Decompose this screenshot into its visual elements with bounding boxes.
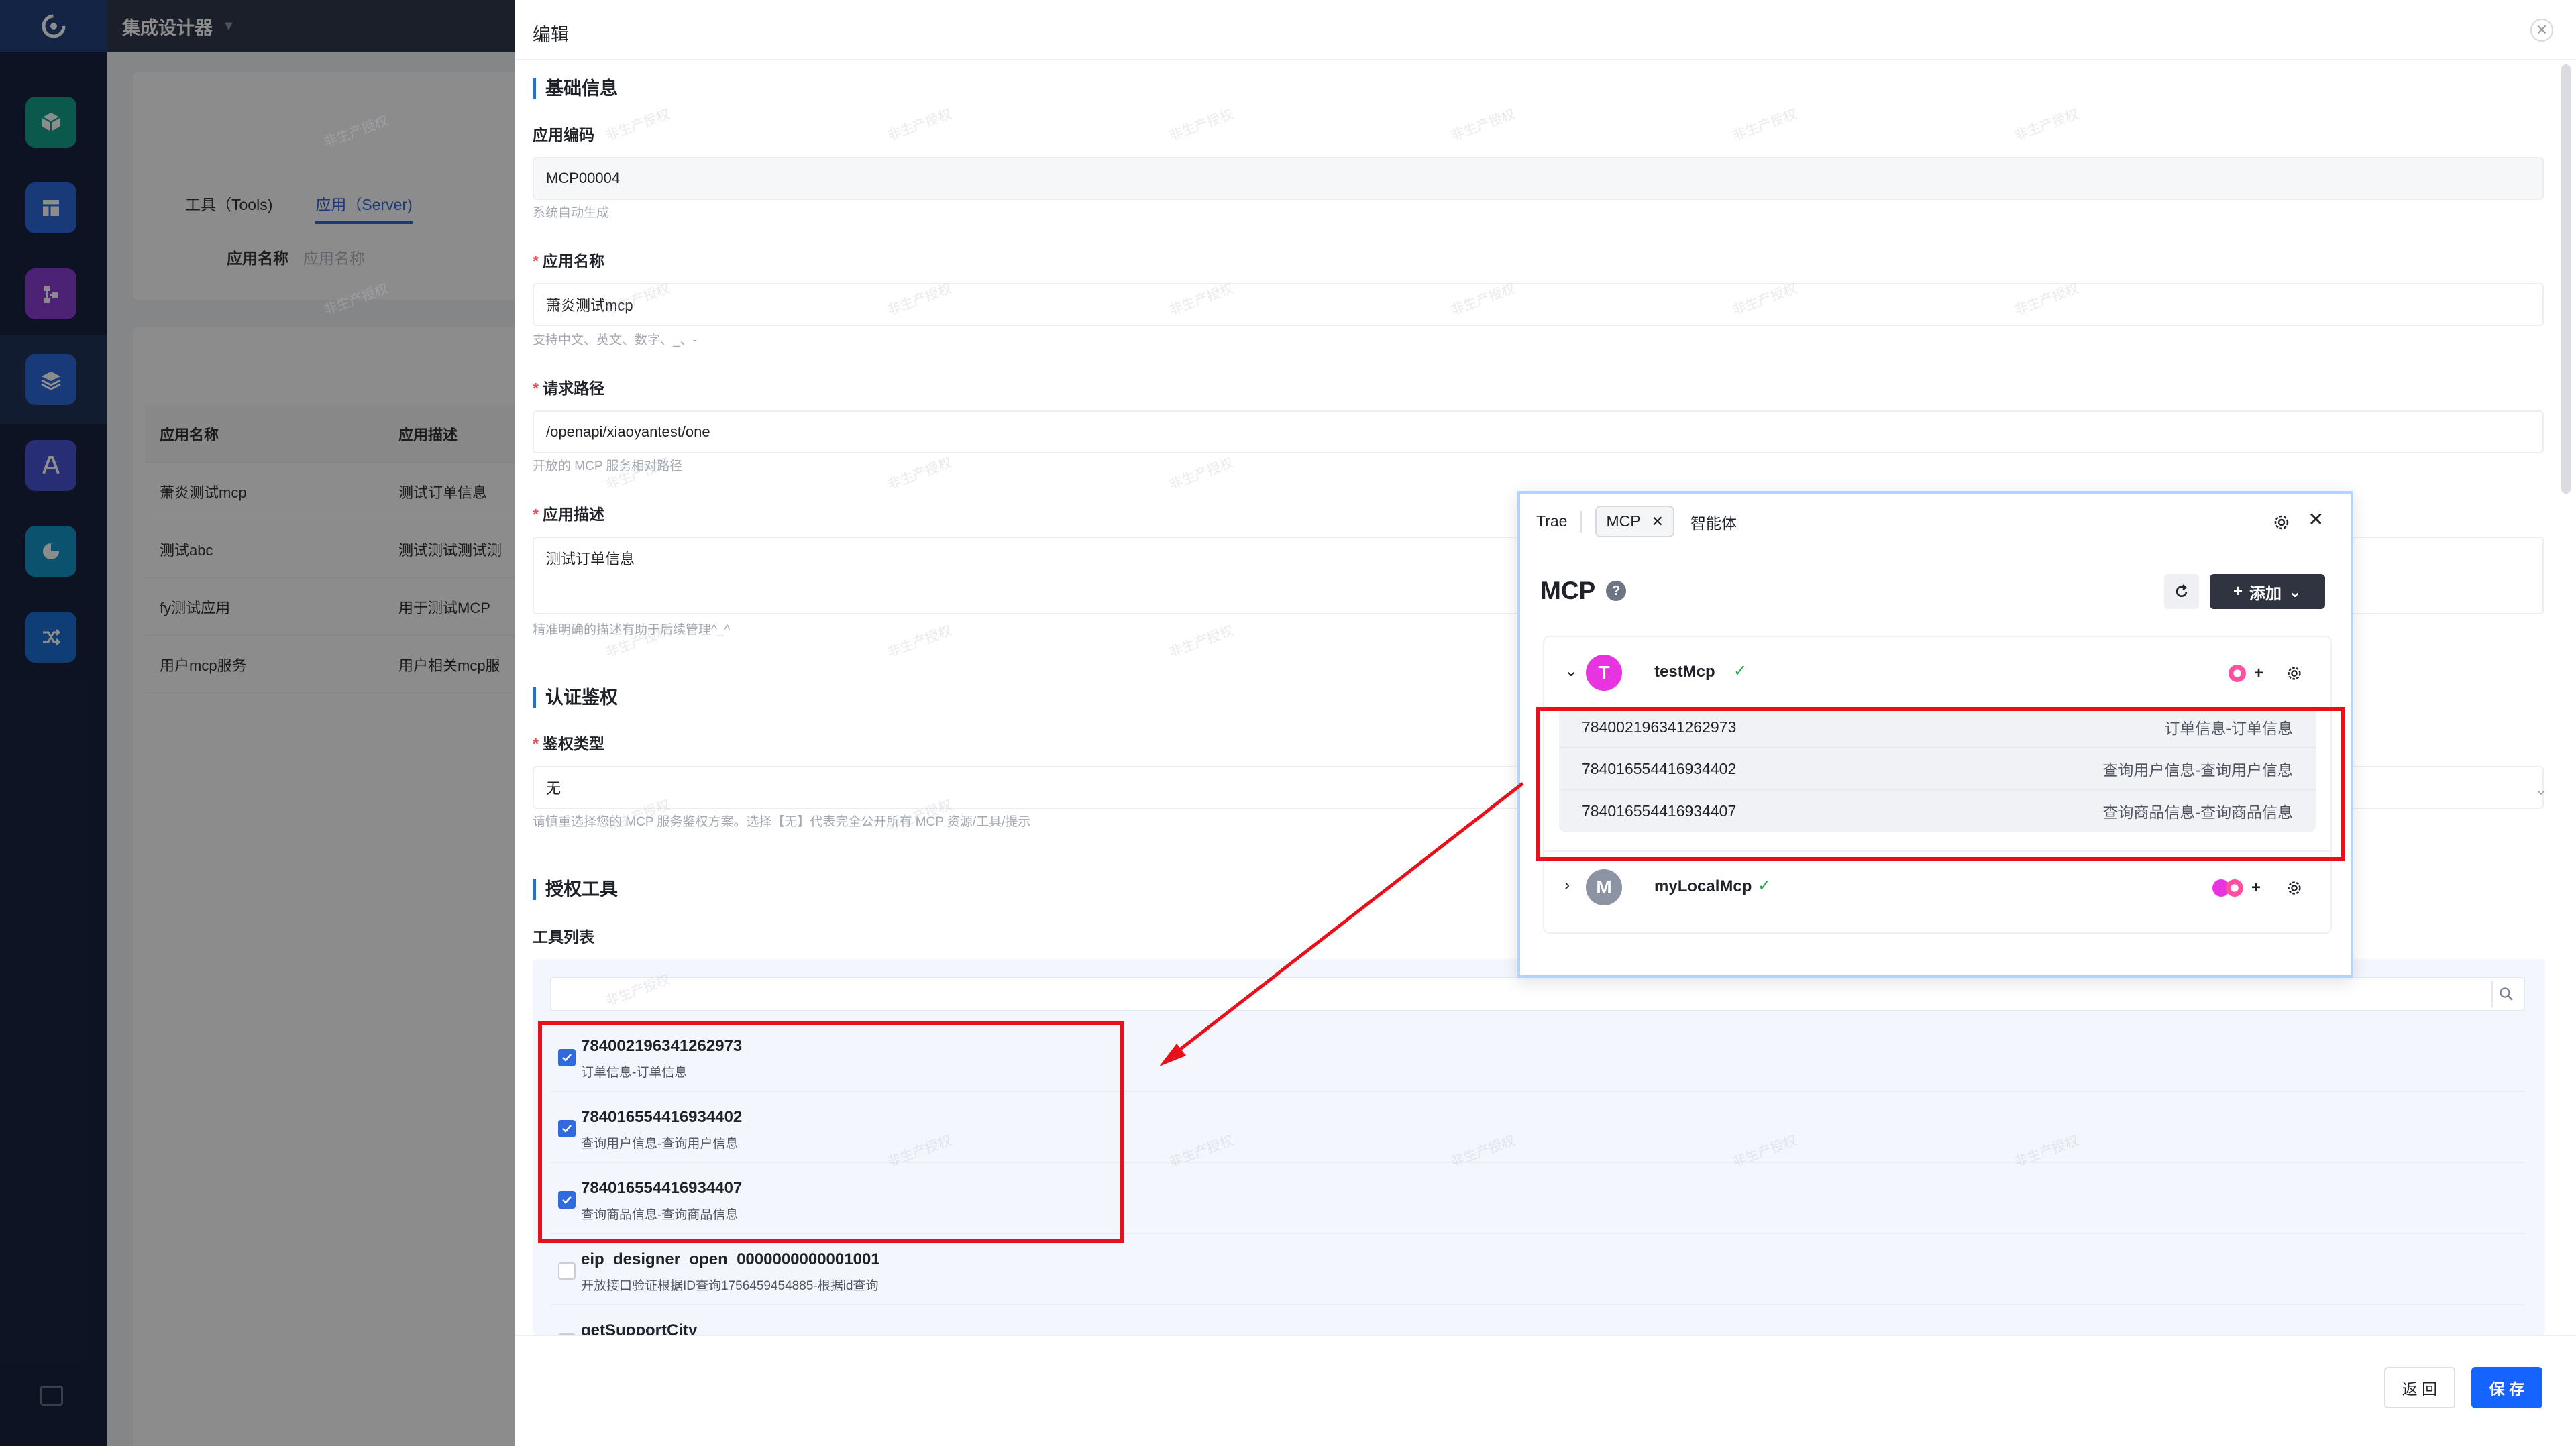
- required-mark: *: [533, 506, 539, 523]
- checkbox-unchecked[interactable]: [558, 1262, 576, 1280]
- required-mark: *: [533, 735, 539, 753]
- desc-label: * 应用描述: [533, 502, 604, 524]
- tab-divider: [1580, 510, 1582, 533]
- gear-icon[interactable]: [2285, 664, 2304, 686]
- chevron-down-icon: ⌄: [2288, 582, 2302, 601]
- server-badges: +: [2212, 879, 2261, 897]
- drawer-title: 编辑: [533, 25, 569, 45]
- tool-search-input[interactable]: [550, 977, 2525, 1011]
- scrollbar[interactable]: [2561, 64, 2571, 494]
- tool-name: eip_designer_open_0000000000001001: [581, 1250, 880, 1268]
- chevron-down-icon[interactable]: ⌄: [1564, 661, 1578, 681]
- tool-item[interactable]: eip_designer_open_0000000000001001 开放接口验…: [550, 1238, 2525, 1305]
- annotation-box-tools: [538, 1021, 1124, 1243]
- plus-icon[interactable]: +: [2254, 664, 2263, 683]
- save-button[interactable]: 保 存: [2471, 1367, 2542, 1408]
- close-icon[interactable]: ✕: [2308, 508, 2324, 531]
- drawer-footer: 返 回 保 存: [515, 1335, 2576, 1446]
- tab-mcp-label: MCP: [1606, 512, 1641, 530]
- path-label: * 请求路径: [533, 376, 604, 398]
- app-code-help: 系统自动生成: [533, 206, 610, 220]
- plus-icon: +: [2233, 582, 2243, 600]
- tab-mcp[interactable]: MCP ✕: [1595, 506, 1675, 537]
- tab-agent[interactable]: 智能体: [1690, 510, 1737, 533]
- tool-item[interactable]: getSupportCity: [550, 1309, 2525, 1335]
- drawer-header: 编辑 ✕: [515, 0, 2576, 60]
- avatar: M: [1586, 869, 1622, 905]
- gear-icon[interactable]: [2285, 879, 2304, 901]
- section-tools: 授权工具: [533, 879, 618, 900]
- server-badges: +: [2229, 664, 2263, 683]
- tab-trae[interactable]: Trae: [1536, 512, 1567, 531]
- modal-overlay[interactable]: [0, 0, 515, 1446]
- help-icon[interactable]: ?: [1606, 581, 1627, 601]
- tool-desc: 开放接口验证根据ID查询1756459454885-根据id查询: [581, 1279, 879, 1293]
- app-name-label-text: 应用名称: [542, 252, 604, 270]
- app-name-help: 支持中文、英文、数字、_、-: [533, 333, 697, 347]
- status-dot-icon: [2226, 879, 2243, 897]
- app-name-input[interactable]: 萧炎测试mcp: [533, 283, 2544, 326]
- back-button[interactable]: 返 回: [2384, 1367, 2455, 1408]
- avatar: T: [1586, 655, 1622, 691]
- tool-name: getSupportCity: [581, 1321, 698, 1335]
- auth-type-label-text: 鉴权类型: [542, 735, 604, 753]
- app-name-label: * 应用名称: [533, 248, 604, 271]
- chevron-down-icon[interactable]: ⌄: [2534, 780, 2548, 799]
- add-button[interactable]: + 添加 ⌄: [2210, 574, 2325, 609]
- mcp-heading: MCP ?: [1540, 577, 1627, 605]
- check-icon: ✓: [1733, 662, 1748, 680]
- check-icon: ✓: [1758, 877, 1772, 895]
- section-basic-info: 基础信息: [533, 78, 618, 99]
- server-name: myLocalMcp: [1654, 877, 1752, 895]
- trae-tabs: Trae MCP ✕ 智能体: [1536, 506, 1737, 537]
- section-auth: 认证鉴权: [533, 687, 618, 708]
- close-icon[interactable]: ✕: [2530, 19, 2553, 42]
- refresh-icon[interactable]: [2164, 574, 2199, 609]
- desc-label-text: 应用描述: [542, 506, 604, 523]
- tool-list-label: 工具列表: [533, 928, 594, 946]
- auth-type-label: * 鉴权类型: [533, 731, 604, 754]
- mcp-heading-text: MCP: [1540, 577, 1596, 604]
- gear-icon[interactable]: [2271, 512, 2292, 536]
- chevron-right-icon[interactable]: ›: [1564, 876, 1570, 895]
- app-code-label: 应用编码: [533, 126, 594, 144]
- add-label: 添加: [2249, 584, 2282, 603]
- path-input[interactable]: /openapi/xiaoyantest/one: [533, 410, 2544, 453]
- required-mark: *: [533, 380, 539, 397]
- search-icon[interactable]: [2491, 981, 2520, 1007]
- server-row-testmcp[interactable]: ⌄ T testMcp ✓ +: [1544, 637, 2330, 707]
- path-label-text: 请求路径: [542, 380, 604, 397]
- annotation-box-mcp-tools: [1536, 707, 2345, 861]
- desc-help: 精准明确的描述有助于后续管理^_^: [533, 623, 731, 637]
- plus-icon[interactable]: +: [2251, 879, 2261, 897]
- app-code-field: MCP00004: [533, 157, 2544, 200]
- server-name: testMcp: [1654, 663, 1715, 681]
- close-tab-icon[interactable]: ✕: [1652, 513, 1664, 531]
- status-dot-icon: [2229, 665, 2246, 682]
- auth-type-help: 请慎重选择您的 MCP 服务鉴权方案。选择【无】代表完全公开所有 MCP 资源/…: [533, 815, 1031, 829]
- required-mark: *: [533, 252, 539, 270]
- path-help: 开放的 MCP 服务相对路径: [533, 459, 683, 474]
